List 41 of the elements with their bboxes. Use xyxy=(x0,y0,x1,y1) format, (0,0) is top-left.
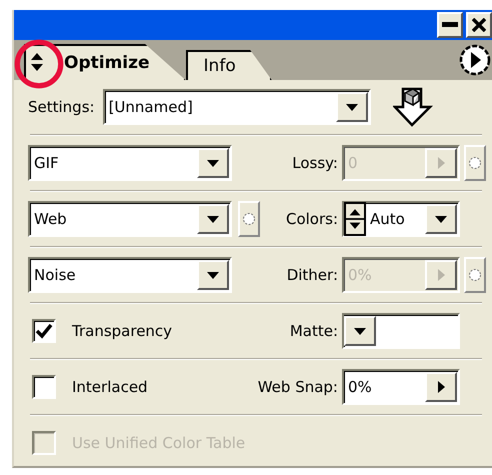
dropdown[interactable]: GIF xyxy=(28,145,232,181)
play-icon xyxy=(438,381,444,393)
checkbox-label: Transparency xyxy=(72,322,172,340)
play-icon xyxy=(438,269,444,281)
value-field[interactable]: 0% xyxy=(342,369,460,405)
check-icon xyxy=(35,323,53,339)
caret-icon xyxy=(207,216,219,222)
dropdown[interactable]: Web xyxy=(28,201,232,237)
highlight-circle xyxy=(14,39,64,89)
caret-icon xyxy=(207,160,219,166)
save-arrow-icon[interactable] xyxy=(392,85,433,129)
circle-icon xyxy=(242,212,256,226)
optimize-by-mask-button[interactable] xyxy=(238,201,260,237)
circle-icon xyxy=(468,268,482,282)
caret-icon xyxy=(435,216,447,222)
minimize-button[interactable] xyxy=(437,12,463,38)
settings-dropdown[interactable]: [Unnamed] xyxy=(102,89,371,125)
field-label: Matte: xyxy=(290,322,338,340)
checkbox-label: Interlaced xyxy=(72,378,148,396)
field-label: Web Snap: xyxy=(258,378,338,396)
close-button[interactable] xyxy=(466,12,492,38)
caret-icon xyxy=(346,104,358,110)
tab[interactable]: Info xyxy=(186,50,272,80)
field-label: Colors: xyxy=(286,210,338,228)
settings-label: Settings: xyxy=(28,98,95,116)
field-label: Dither: xyxy=(286,266,338,284)
circle-icon xyxy=(468,156,482,170)
caret-icon xyxy=(354,328,366,334)
close-icon xyxy=(472,18,486,32)
colors-dropdown[interactable]: Auto xyxy=(342,201,460,237)
spinner-icon[interactable] xyxy=(344,202,366,236)
tab[interactable]: Optimize xyxy=(24,44,186,80)
minimize-icon xyxy=(442,22,458,28)
matte-dropdown[interactable] xyxy=(342,313,460,349)
checkbox[interactable] xyxy=(32,375,56,399)
caret-icon xyxy=(207,272,219,278)
checkbox[interactable] xyxy=(32,319,56,343)
field-label: Lossy: xyxy=(292,154,338,172)
dropdown[interactable]: Noise xyxy=(28,257,232,293)
play-icon xyxy=(438,157,444,169)
panel-menu-icon[interactable] xyxy=(458,43,492,77)
